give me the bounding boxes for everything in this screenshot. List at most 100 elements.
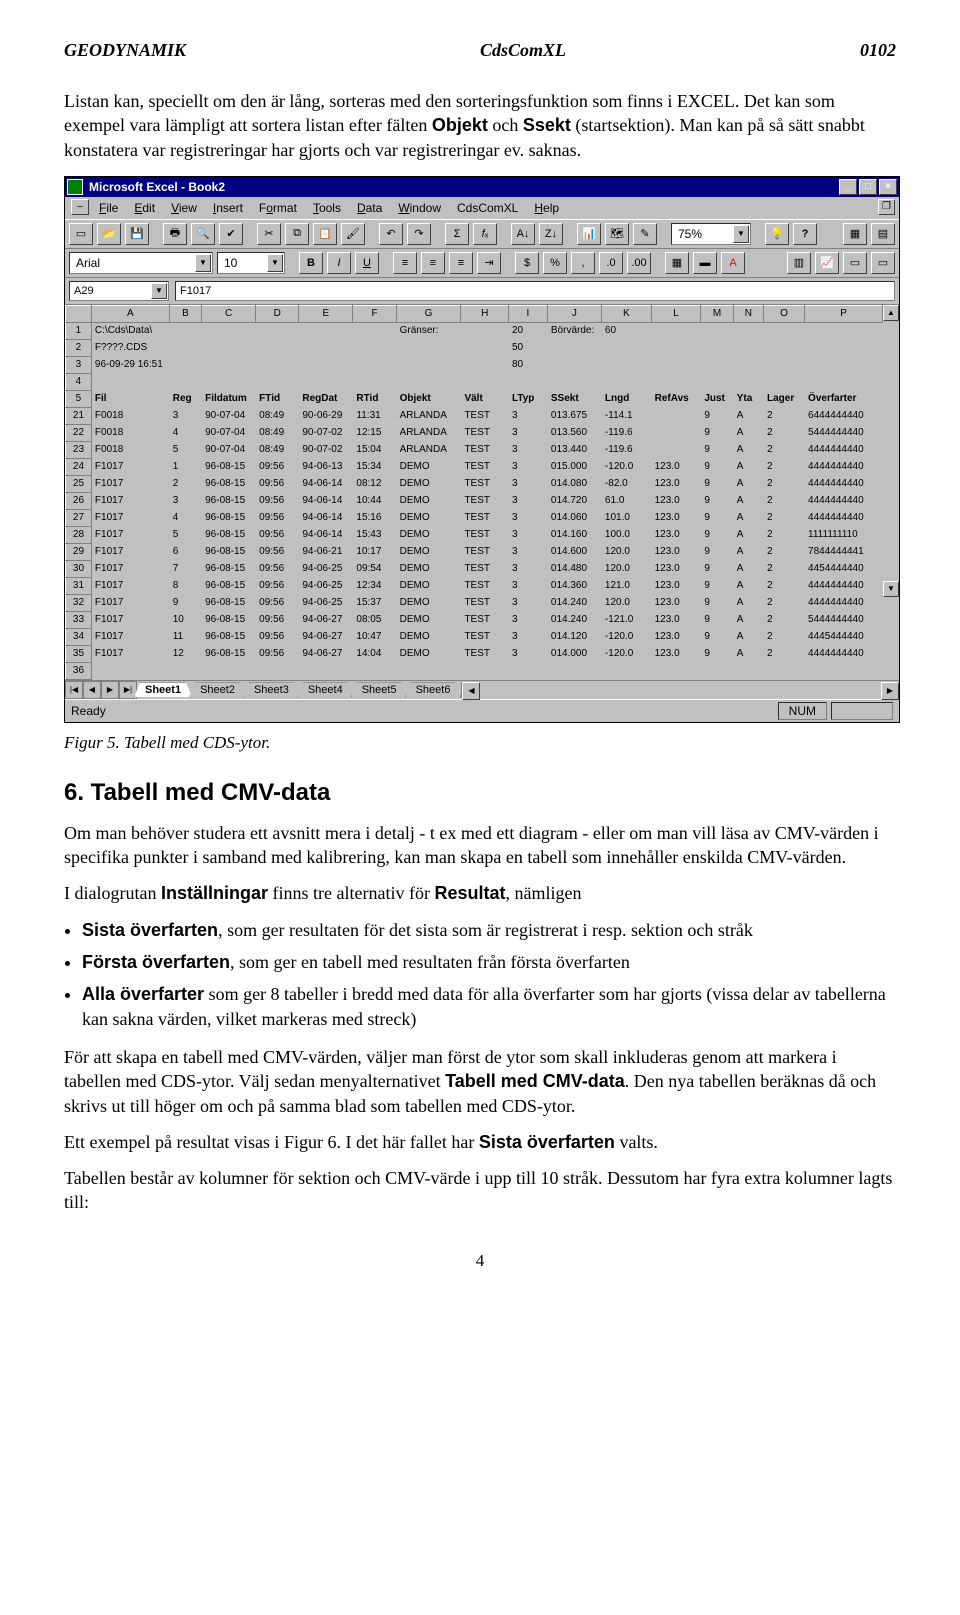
menu-file[interactable]: File <box>93 199 128 217</box>
menu-view[interactable]: View <box>165 199 207 217</box>
menu-format[interactable]: Format <box>253 199 307 217</box>
minimize-button[interactable]: _ <box>839 179 857 195</box>
merge-center-icon[interactable]: ⇥ <box>477 252 501 274</box>
print-icon[interactable]: 🖶 <box>163 223 187 245</box>
table-row[interactable]: 36 <box>66 662 883 679</box>
tab-sheet4[interactable]: Sheet4 <box>297 682 354 697</box>
table-row[interactable]: 5FilRegFildatumFTidRegDatRTidObjektVältL… <box>66 390 883 407</box>
table-row[interactable]: 24F1017196-08-1509:5694-06-1315:34DEMOTE… <box>66 458 883 475</box>
close-button[interactable]: × <box>879 179 897 195</box>
tip-wizard-icon[interactable]: 💡 <box>765 223 789 245</box>
zoom-combo[interactable]: 75% ▼ <box>671 223 751 245</box>
open-icon[interactable]: 📂 <box>97 223 121 245</box>
spreadsheet-grid[interactable]: AB CD EF GH IJ KL MN OP 1C:\Cds\Data\Grä… <box>65 305 883 680</box>
format-painter-icon[interactable]: 🖌 <box>341 223 365 245</box>
table-row[interactable]: 22F0018490-07-0408:4990-07-0212:15ARLAND… <box>66 424 883 441</box>
fontsize-combo[interactable]: 10 ▼ <box>217 252 285 274</box>
table-row[interactable]: 35F10171296-08-1509:5694-06-2714:04DEMOT… <box>66 645 883 662</box>
save-icon[interactable]: 💾 <box>125 223 149 245</box>
decrease-decimal-icon[interactable]: .00 <box>627 252 651 274</box>
percent-icon[interactable]: % <box>543 252 567 274</box>
table-row[interactable]: 2F????.CDS50 <box>66 339 883 356</box>
new-icon[interactable]: ▭ <box>69 223 93 245</box>
table-row[interactable]: 396-09-29 16:5180 <box>66 356 883 373</box>
italic-button[interactable]: I <box>327 252 351 274</box>
fill-color-icon[interactable]: ▬ <box>693 252 717 274</box>
autosum-icon[interactable]: Σ <box>445 223 469 245</box>
tab-nav-first[interactable]: |◀ <box>65 681 83 699</box>
maximize-button[interactable]: □ <box>859 179 877 195</box>
vertical-scrollbar[interactable]: ▲ ▼ <box>883 305 899 680</box>
menu-cdscomxl[interactable]: CdsComXL <box>451 199 528 217</box>
tab-sheet5[interactable]: Sheet5 <box>351 682 408 697</box>
currency-icon[interactable]: $ <box>515 252 539 274</box>
name-box[interactable]: A29 ▼ <box>69 281 169 301</box>
preview-icon[interactable]: 🔍 <box>191 223 215 245</box>
table-row[interactable]: 4 <box>66 373 883 390</box>
redo-icon[interactable]: ↷ <box>407 223 431 245</box>
table-row[interactable]: 23F0018590-07-0408:4990-07-0215:04ARLAND… <box>66 441 883 458</box>
menu-tools[interactable]: Tools <box>307 199 351 217</box>
align-center-icon[interactable]: ≡ <box>421 252 445 274</box>
tab-nav-last[interactable]: ▶| <box>119 681 137 699</box>
spellcheck-icon[interactable]: ✔ <box>219 223 243 245</box>
paste-icon[interactable]: 📋 <box>313 223 337 245</box>
table-row[interactable]: 32F1017996-08-1509:5694-06-2515:37DEMOTE… <box>66 594 883 611</box>
scroll-down-icon[interactable]: ▼ <box>883 581 899 597</box>
scroll-left-icon[interactable]: ◀ <box>462 682 480 700</box>
cut-icon[interactable]: ✂ <box>257 223 281 245</box>
drawing-icon[interactable]: ✎ <box>633 223 657 245</box>
custom-icon-2[interactable]: ▤ <box>871 223 895 245</box>
sort-asc-icon[interactable]: A↓ <box>511 223 535 245</box>
table-row[interactable]: 1C:\Cds\Data\Gränser:20Börvärde:60 <box>66 322 883 339</box>
formula-input[interactable]: F1017 <box>175 281 895 301</box>
scroll-up-icon[interactable]: ▲ <box>883 305 899 321</box>
chart-wizard-icon[interactable]: 📊 <box>577 223 601 245</box>
menu-help[interactable]: Help <box>528 199 569 217</box>
copy-icon[interactable]: ⧉ <box>285 223 309 245</box>
menu-insert[interactable]: Insert <box>207 199 253 217</box>
undo-icon[interactable]: ↶ <box>379 223 403 245</box>
custom-chart-icon-4[interactable]: ▭ <box>871 252 895 274</box>
custom-icon-1[interactable]: ▦ <box>843 223 867 245</box>
bold-button[interactable]: B <box>299 252 323 274</box>
table-row[interactable]: 28F1017596-08-1509:5694-06-1415:43DEMOTE… <box>66 526 883 543</box>
mdi-restore-button[interactable]: ❐ <box>878 199 895 215</box>
function-icon[interactable]: fₓ <box>473 223 497 245</box>
column-headers[interactable]: AB CD EF GH IJ KL MN OP <box>66 305 883 322</box>
tab-sheet2[interactable]: Sheet2 <box>189 682 246 697</box>
menu-edit[interactable]: Edit <box>128 199 165 217</box>
table-row[interactable]: 33F10171096-08-1509:5694-06-2708:05DEMOT… <box>66 611 883 628</box>
horizontal-scrollbar[interactable]: ◀ ▶ <box>461 682 899 698</box>
underline-button[interactable]: U <box>355 252 379 274</box>
tab-sheet6[interactable]: Sheet6 <box>405 682 462 697</box>
comma-icon[interactable]: , <box>571 252 595 274</box>
borders-icon[interactable]: ▦ <box>665 252 689 274</box>
custom-chart-icon-1[interactable]: ▥ <box>787 252 811 274</box>
table-row[interactable]: 27F1017496-08-1509:5694-06-1415:16DEMOTE… <box>66 509 883 526</box>
font-color-icon[interactable]: A <box>721 252 745 274</box>
tab-sheet3[interactable]: Sheet3 <box>243 682 300 697</box>
tab-nav-next[interactable]: ▶ <box>101 681 119 699</box>
table-row[interactable]: 34F10171196-08-1509:5694-06-2710:47DEMOT… <box>66 628 883 645</box>
mdi-control-icon[interactable]: – <box>71 199 89 215</box>
custom-chart-icon-2[interactable]: 📈 <box>815 252 839 274</box>
table-row[interactable]: 21F0018390-07-0408:4990-06-2911:31ARLAND… <box>66 407 883 424</box>
align-right-icon[interactable]: ≡ <box>449 252 473 274</box>
sort-desc-icon[interactable]: Z↓ <box>539 223 563 245</box>
table-row[interactable]: 26F1017396-08-1509:5694-06-1410:44DEMOTE… <box>66 492 883 509</box>
table-row[interactable]: 29F1017696-08-1509:5694-06-2110:17DEMOTE… <box>66 543 883 560</box>
table-row[interactable]: 30F1017796-08-1509:5694-06-2509:54DEMOTE… <box>66 560 883 577</box>
table-row[interactable]: 25F1017296-08-1509:5694-06-1408:12DEMOTE… <box>66 475 883 492</box>
custom-chart-icon-3[interactable]: ▭ <box>843 252 867 274</box>
help-icon[interactable]: ? <box>793 223 817 245</box>
menu-window[interactable]: Window <box>392 199 451 217</box>
menu-data[interactable]: Data <box>351 199 392 217</box>
align-left-icon[interactable]: ≡ <box>393 252 417 274</box>
scroll-right-icon[interactable]: ▶ <box>881 682 899 700</box>
font-combo[interactable]: Arial ▼ <box>69 252 213 274</box>
increase-decimal-icon[interactable]: .0 <box>599 252 623 274</box>
tab-nav-prev[interactable]: ◀ <box>83 681 101 699</box>
table-row[interactable]: 31F1017896-08-1509:5694-06-2512:34DEMOTE… <box>66 577 883 594</box>
tab-sheet1[interactable]: Sheet1 <box>134 682 192 697</box>
